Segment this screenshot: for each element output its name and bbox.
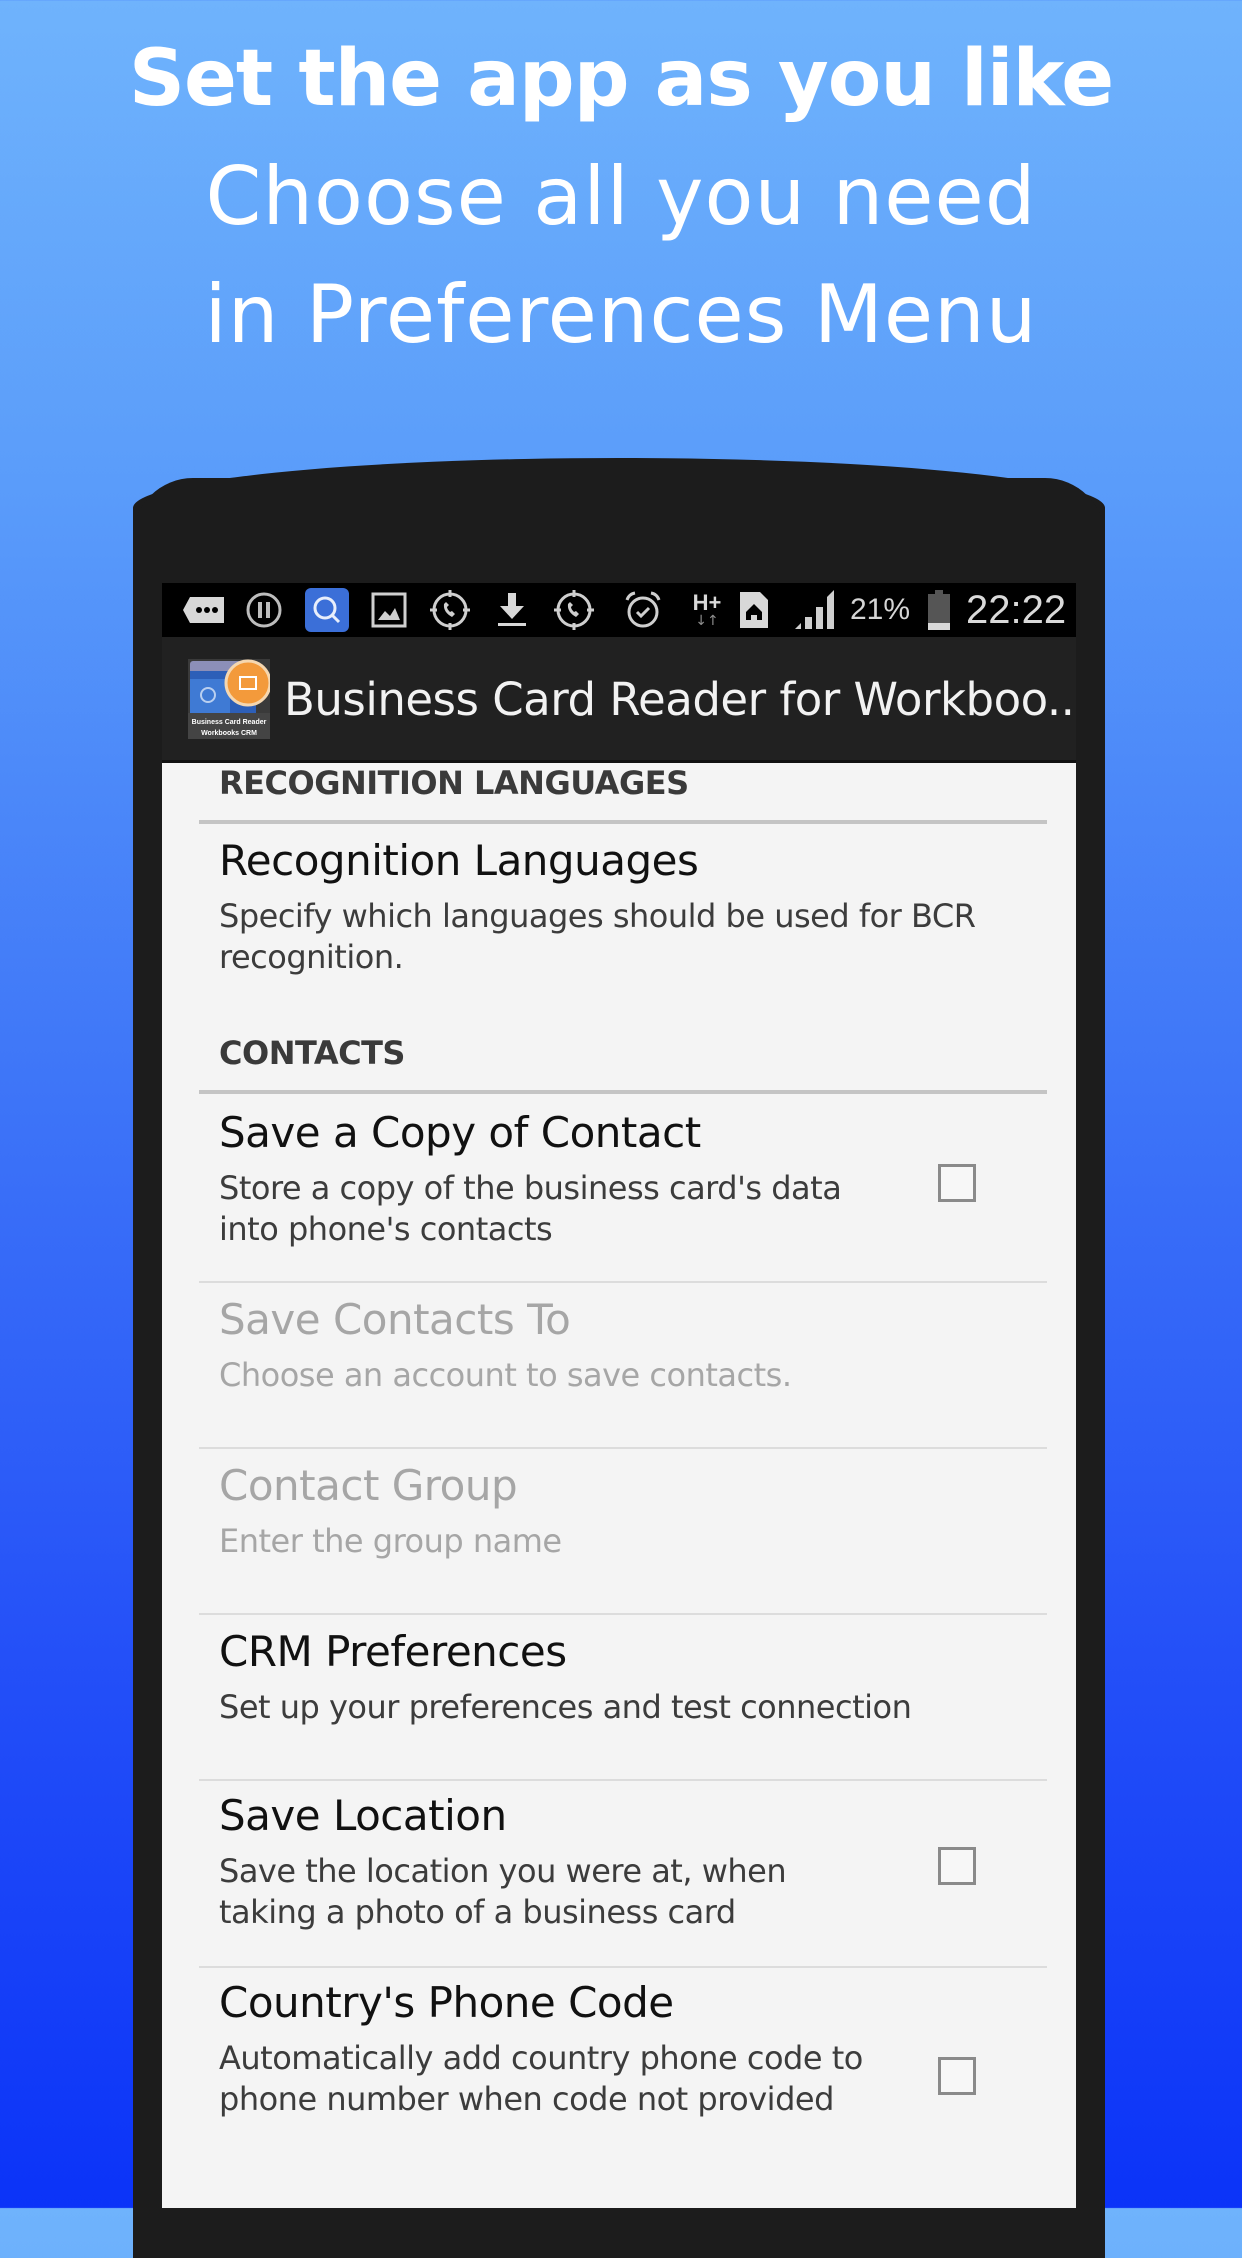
call-recorder-icon bbox=[427, 590, 473, 630]
data-arrows-icon: ↓↑ bbox=[695, 613, 719, 629]
promo-headline: Set the app as you like bbox=[128, 34, 1114, 124]
app-icon-caption-2: Workbooks CRM bbox=[201, 730, 257, 737]
pref-summary: Automatically add country phone code to … bbox=[219, 2039, 863, 2118]
pref-country-phone-code[interactable]: Country's Phone Code Automatically add c… bbox=[162, 1968, 1076, 2198]
app-icon[interactable]: Business Card Reader Workbooks CRM bbox=[188, 659, 272, 739]
pref-recognition-languages[interactable]: Recognition Languages Specify which lang… bbox=[162, 824, 1076, 976]
save-location-checkbox[interactable] bbox=[938, 1847, 976, 1885]
home-sim-icon bbox=[737, 591, 771, 629]
pref-summary: Specify which languages should be used f… bbox=[219, 897, 976, 976]
category-header-recognition: RECOGNITION LANGUAGES bbox=[219, 764, 689, 802]
gallery-icon bbox=[370, 591, 408, 629]
promo-subline-1: Choose all you need bbox=[205, 150, 1037, 243]
promo-subline-2: in Preferences Menu bbox=[204, 268, 1038, 361]
pref-summary: Save the location you were at, when taki… bbox=[219, 1852, 787, 1931]
status-bar: H+ ↓↑ 21% 22:22 bbox=[162, 583, 1076, 637]
action-bar: Business Card Reader Workbooks CRM Busin… bbox=[162, 637, 1076, 763]
category-header-contacts: CONTACTS bbox=[219, 1034, 405, 1072]
clock: 22:22 bbox=[966, 588, 1067, 632]
pref-title: Contact Group bbox=[219, 1461, 518, 1510]
pref-title: Save Location bbox=[219, 1791, 507, 1840]
app-icon-caption-1: Business Card Reader bbox=[192, 719, 267, 726]
alarm-icon bbox=[623, 591, 663, 629]
search-app-icon bbox=[305, 588, 349, 632]
pref-title: Save Contacts To bbox=[219, 1295, 571, 1344]
app-title: Business Card Reader for Workboo... bbox=[284, 673, 1076, 726]
country-code-checkbox[interactable] bbox=[938, 2057, 976, 2095]
save-copy-checkbox[interactable] bbox=[938, 1164, 976, 1202]
download-icon bbox=[494, 591, 530, 629]
phone-screen: H+ ↓↑ 21% 22:22 Business Card Reader Wor… bbox=[162, 583, 1076, 2208]
h-plus-data-icon: H+ ↓↑ bbox=[690, 591, 724, 629]
pref-save-location[interactable]: Save Location Save the location you were… bbox=[162, 1781, 1076, 1965]
pref-title: Recognition Languages bbox=[219, 836, 699, 885]
pref-title: CRM Preferences bbox=[219, 1627, 567, 1676]
pref-title: Country's Phone Code bbox=[219, 1978, 674, 2027]
pref-summary: Choose an account to save contacts. bbox=[219, 1356, 792, 1394]
pref-save-copy-of-contact[interactable]: Save a Copy of Contact Store a copy of t… bbox=[162, 1094, 1076, 1280]
pref-save-contacts-to[interactable]: Save Contacts To Choose an account to sa… bbox=[162, 1283, 1076, 1447]
call-recorder-icon bbox=[551, 590, 597, 630]
pause-icon bbox=[244, 591, 284, 629]
pref-summary: Set up your preferences and test connect… bbox=[219, 1688, 912, 1726]
pref-summary: Store a copy of the business card's data… bbox=[219, 1169, 842, 1248]
pref-contact-group[interactable]: Contact Group Enter the group name bbox=[162, 1449, 1076, 1613]
battery-icon bbox=[926, 590, 952, 630]
pref-crm-preferences[interactable]: CRM Preferences Set up your preferences … bbox=[162, 1615, 1076, 1779]
pref-title: Save a Copy of Contact bbox=[219, 1108, 701, 1157]
messages-icon bbox=[182, 591, 226, 629]
battery-percent: 21% bbox=[850, 593, 911, 626]
pref-summary: Enter the group name bbox=[219, 1522, 562, 1560]
network-type: H+ bbox=[692, 590, 722, 615]
signal-icon bbox=[792, 590, 838, 629]
